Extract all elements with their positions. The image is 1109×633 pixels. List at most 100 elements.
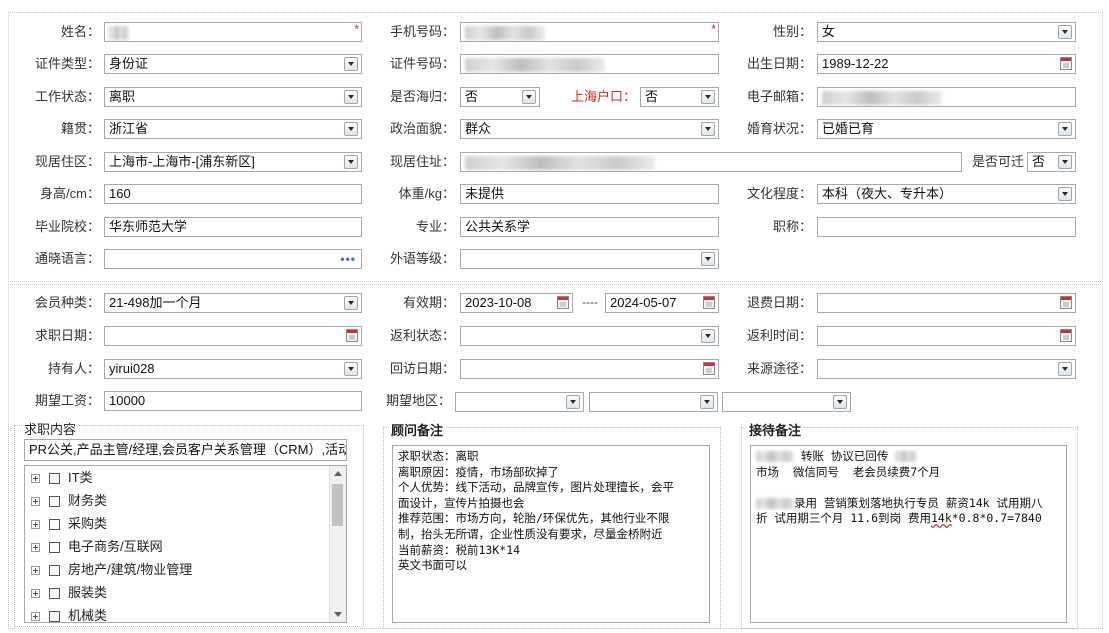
school-input[interactable]: 华东师范大学: [104, 217, 362, 237]
chevron-down-icon[interactable]: [833, 395, 847, 409]
calendar-icon[interactable]: [1060, 57, 1072, 70]
checkbox[interactable]: [49, 611, 60, 622]
rebate-status-select[interactable]: [460, 326, 719, 346]
tree-item[interactable]: 房地产/建筑/物业管理: [31, 559, 192, 581]
tree-scrollbar[interactable]: [329, 466, 346, 622]
education-select[interactable]: 本科（夜大、专升本）: [817, 184, 1076, 204]
chevron-down-icon[interactable]: [701, 329, 715, 343]
scroll-down-icon[interactable]: [334, 612, 342, 617]
chevron-down-icon[interactable]: [1058, 122, 1072, 136]
job-content-summary[interactable]: PR公关,产品主管/经理,会员客户关系管理（CRM）,活动策划: [24, 439, 347, 461]
checkbox[interactable]: [49, 496, 60, 508]
relocatable-value: 否: [1032, 154, 1046, 169]
refund-date-input[interactable]: [817, 293, 1076, 313]
expand-icon[interactable]: [31, 474, 40, 484]
job-category-tree[interactable]: IT类 财务类 采购类 电子商务/互联网 房地产/建筑/物业管理 服装类 机械类: [24, 465, 347, 623]
residence-area-select[interactable]: 上海市-上海市-[浦东新区]: [104, 152, 362, 172]
id-type-select[interactable]: 身份证: [104, 54, 362, 74]
political-status-select[interactable]: 群众: [460, 119, 719, 139]
calendar-icon[interactable]: [703, 296, 715, 309]
relocatable-select[interactable]: 否: [1027, 152, 1076, 172]
chevron-down-icon[interactable]: [522, 90, 536, 104]
chevron-down-icon[interactable]: [1058, 187, 1072, 201]
chevron-down-icon[interactable]: [344, 155, 358, 169]
tree-item[interactable]: 财务类: [31, 490, 107, 512]
name-input[interactable]: *: [104, 22, 362, 42]
checkbox[interactable]: [49, 565, 60, 577]
reception-notes-textarea[interactable]: 转账 协议已回传 市场 微信同号 老会员续费7个月 录用 营销策划落地执行专员 …: [750, 445, 1067, 623]
calendar-icon[interactable]: [703, 362, 715, 375]
note-line: 求职状态：离职: [398, 449, 479, 463]
id-type-value: 身份证: [109, 56, 149, 71]
marital-status-select[interactable]: 已婚已育: [817, 119, 1076, 139]
refund-date-label: 退费日期：: [746, 295, 812, 310]
chevron-down-icon[interactable]: [344, 296, 358, 310]
tree-item[interactable]: 服装类: [31, 582, 107, 604]
expand-icon[interactable]: [31, 566, 40, 576]
expand-icon[interactable]: [31, 497, 40, 507]
expected-area-district-select[interactable]: [722, 392, 851, 412]
chevron-down-icon[interactable]: [700, 395, 714, 409]
foreign-level-select[interactable]: [460, 249, 719, 269]
scroll-up-icon[interactable]: [334, 471, 342, 476]
title-input[interactable]: [817, 217, 1076, 237]
checkbox[interactable]: [49, 542, 60, 554]
calendar-icon[interactable]: [346, 329, 358, 342]
birth-date-input[interactable]: 1989-12-22: [817, 54, 1076, 74]
chevron-down-icon[interactable]: [344, 57, 358, 71]
residence-address-input[interactable]: [460, 152, 962, 172]
reception-notes-title: 接待备注: [747, 420, 804, 439]
email-input[interactable]: [817, 87, 1076, 107]
revisit-date-input[interactable]: [460, 359, 719, 379]
languages-input[interactable]: •••: [104, 249, 362, 269]
id-number-input[interactable]: [460, 54, 719, 74]
work-status-select[interactable]: 离职: [104, 87, 362, 107]
chevron-down-icon[interactable]: [701, 252, 715, 266]
native-place-select[interactable]: 浙江省: [104, 119, 362, 139]
calendar-icon[interactable]: [1060, 296, 1072, 309]
consultant-notes-textarea[interactable]: 求职状态：离职 离职原因：疫情，市场部砍掉了 个人优势：线下活动，品牌宣传，图片…: [392, 445, 710, 623]
checkbox[interactable]: [49, 473, 60, 485]
expand-icon[interactable]: [31, 520, 40, 530]
phone-input[interactable]: *: [460, 22, 719, 42]
weight-input[interactable]: 未提供: [460, 184, 719, 204]
tree-item[interactable]: 采购类: [31, 513, 107, 535]
chevron-down-icon[interactable]: [1058, 25, 1072, 39]
expected-salary-input[interactable]: 10000: [104, 391, 362, 411]
source-select[interactable]: [817, 359, 1076, 379]
shanghai-hukou-select[interactable]: 否: [640, 87, 719, 107]
height-input[interactable]: 160: [104, 184, 362, 204]
overseas-return-select[interactable]: 否: [460, 87, 540, 107]
marital-status-value: 已婚已育: [822, 121, 875, 136]
calendar-icon[interactable]: [557, 296, 569, 309]
tree-item[interactable]: 机械类: [31, 605, 107, 622]
expand-icon[interactable]: [31, 589, 40, 599]
validity-to-input[interactable]: 2024-05-07: [605, 293, 719, 313]
chevron-down-icon[interactable]: [701, 90, 715, 104]
expected-area-city-select[interactable]: [589, 392, 718, 412]
chevron-down-icon[interactable]: [1058, 155, 1072, 169]
calendar-icon[interactable]: [1060, 329, 1072, 342]
job-date-input[interactable]: [104, 326, 362, 346]
more-options-icon[interactable]: •••: [340, 250, 356, 268]
validity-from-input[interactable]: 2023-10-08: [460, 293, 573, 313]
expected-area-province-select[interactable]: [455, 392, 584, 412]
chevron-down-icon[interactable]: [344, 362, 358, 376]
scroll-thumb[interactable]: [332, 484, 343, 526]
rebate-time-input[interactable]: [817, 326, 1076, 346]
tree-item[interactable]: IT类: [31, 467, 93, 489]
chevron-down-icon[interactable]: [701, 122, 715, 136]
holder-select[interactable]: yirui028: [104, 359, 362, 379]
gender-select[interactable]: 女: [817, 22, 1076, 42]
tree-item[interactable]: 电子商务/互联网: [31, 536, 163, 558]
checkbox[interactable]: [49, 588, 60, 600]
major-input[interactable]: 公共关系学: [460, 217, 719, 237]
chevron-down-icon[interactable]: [566, 395, 580, 409]
expand-icon[interactable]: [31, 543, 40, 553]
expand-icon[interactable]: [31, 612, 40, 622]
chevron-down-icon[interactable]: [1058, 362, 1072, 376]
chevron-down-icon[interactable]: [344, 90, 358, 104]
member-type-select[interactable]: 21-498加一个月: [104, 293, 362, 313]
chevron-down-icon[interactable]: [344, 122, 358, 136]
checkbox[interactable]: [49, 519, 60, 531]
